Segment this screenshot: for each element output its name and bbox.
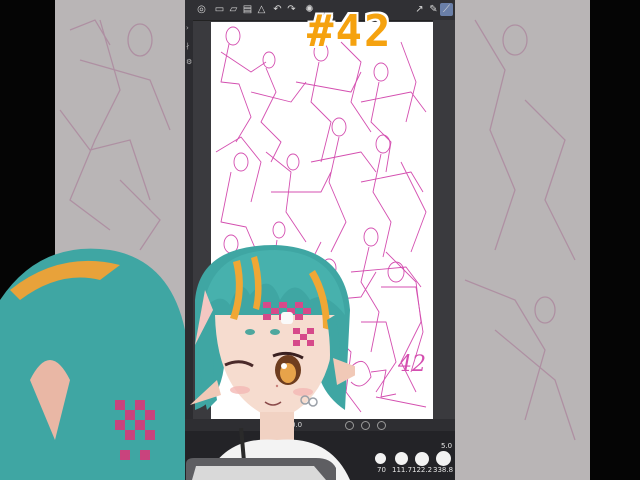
undo-icon[interactable]: ↶ <box>271 3 284 16</box>
brush-size-preset-2[interactable] <box>395 452 408 465</box>
tablet-edge <box>186 458 336 480</box>
brush-size-label-1: 70 <box>377 466 386 474</box>
right-blurred-background <box>455 0 640 480</box>
brush-size-preset-1[interactable] <box>375 453 386 464</box>
left-blurred-avatar <box>0 248 185 480</box>
tool-strip-brush-icon[interactable]: ∤ <box>186 42 192 50</box>
canvas-signature: 42 <box>398 352 426 377</box>
brush-size-label-2: 111.7 <box>392 466 413 474</box>
tool-strip-gear-icon[interactable]: ⚙ <box>186 58 192 66</box>
brush-size-value: 5.0 <box>441 442 453 450</box>
zoom-in-icon[interactable] <box>361 421 370 430</box>
right-panel-strip <box>433 20 455 420</box>
new-file-icon[interactable]: ▭ <box>213 3 226 16</box>
fit-icon[interactable] <box>377 421 386 430</box>
right-blurred-sketch <box>464 19 576 441</box>
open-file-icon[interactable]: ▱ <box>227 3 240 16</box>
left-blurred-background <box>0 0 185 480</box>
right-black-strip <box>590 0 640 480</box>
save-icon[interactable]: ▤ <box>241 3 254 16</box>
brush-size-label-3: 122.2 <box>412 466 433 474</box>
tool-strip-arrow-icon[interactable]: › <box>186 24 192 32</box>
brush-size-preset-3[interactable] <box>415 452 429 466</box>
brush-size-preset-4[interactable] <box>436 451 451 466</box>
warning-icon[interactable]: △ <box>255 3 268 16</box>
menu-icon[interactable]: ◎ <box>195 3 208 16</box>
vtuber-avatar <box>190 245 355 480</box>
ruler-icon[interactable]: ⟋ <box>440 3 453 16</box>
episode-number-badge: #42 <box>307 6 393 57</box>
brush-size-label-4: 338.8 <box>433 466 454 474</box>
redo-icon[interactable]: ↷ <box>285 3 298 16</box>
